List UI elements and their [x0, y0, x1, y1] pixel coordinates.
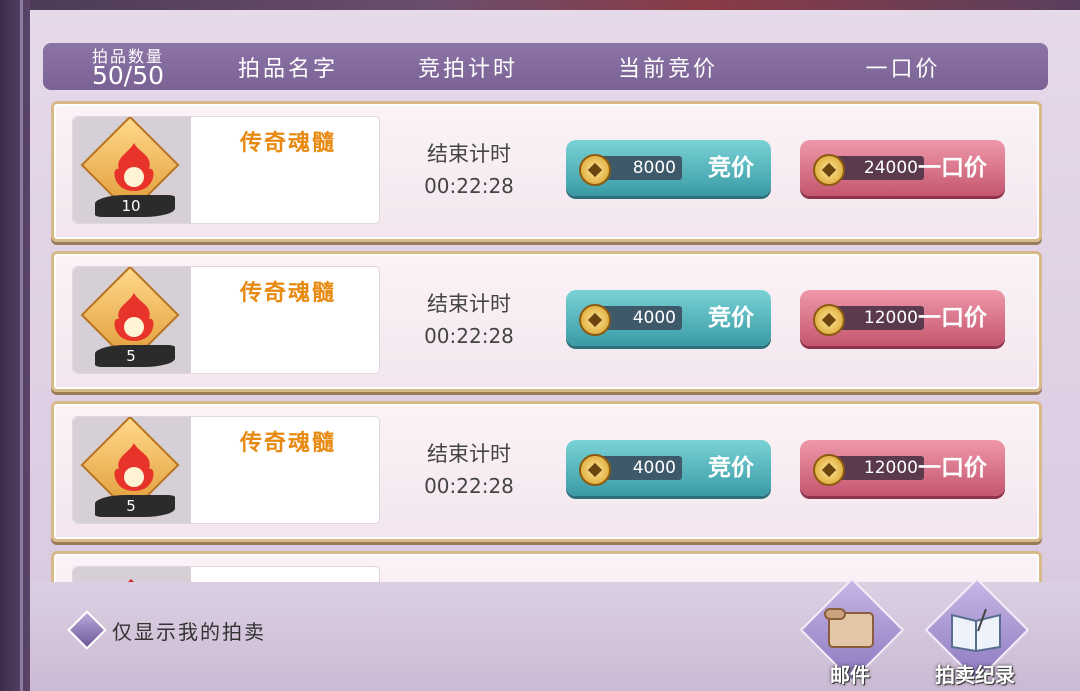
buyout-button[interactable]: 12000 一口价: [800, 290, 1005, 346]
item-count: 拍品数量 50/50: [43, 43, 213, 90]
end-timer-label: 结束计时: [427, 292, 511, 316]
buyout-price: 12000: [834, 456, 924, 480]
auction-records-button[interactable]: 拍卖纪录: [920, 577, 1030, 691]
buyout-button-label: 一口价: [918, 154, 987, 181]
header-current-bid: 当前竞价: [617, 56, 718, 82]
end-timer-label: 结束计时: [427, 442, 511, 466]
bid-button-label: 竞价: [708, 454, 754, 481]
header-bid-timer: 竞拍计时: [417, 56, 518, 82]
auction-row: 5 传奇魂髓 结束计时 00:22:28 4000 竞价 12000 一口价: [51, 251, 1042, 392]
end-timer-value: 00:22:28: [424, 324, 514, 348]
item-thumbnail: [73, 567, 191, 582]
buyout-button-label: 一口价: [918, 304, 987, 331]
bid-button-label: 竞价: [708, 304, 754, 331]
item-name: 传奇魂髓: [239, 130, 336, 156]
coin-icon: [813, 154, 845, 186]
item-quantity: 10: [121, 197, 141, 215]
bid-button[interactable]: 4000 竞价: [566, 440, 771, 496]
auction-row: 10 传奇魂髓 结束计时 00:22:28 8000 竞价 24000 一口价: [51, 101, 1042, 242]
item-thumbnail: 5: [73, 417, 191, 523]
item-name: 传奇魂髓: [239, 430, 336, 456]
soul-flame-icon: [114, 443, 154, 491]
item-quantity: 5: [126, 347, 136, 365]
buyout-price: 12000: [834, 306, 924, 330]
item-quantity: 5: [126, 497, 136, 515]
header-item-name: 拍品名字: [237, 56, 338, 82]
item-thumbnail: 10: [73, 117, 191, 223]
coin-icon: [579, 154, 611, 186]
item-card[interactable]: 5 传奇魂髓: [72, 266, 380, 374]
buyout-price: 24000: [834, 156, 924, 180]
coin-icon: [579, 304, 611, 336]
soul-flame-icon: [114, 293, 154, 341]
mail-label: 邮件: [830, 663, 870, 687]
coin-icon: [579, 454, 611, 486]
end-timer-label: 结束计时: [427, 142, 511, 166]
bid-price: 8000: [600, 156, 682, 180]
mail-button[interactable]: 邮件: [795, 577, 905, 691]
auction-row-partial: [51, 551, 1042, 582]
header-buyout: 一口价: [865, 56, 941, 82]
mail-scroll-icon: [824, 608, 874, 648]
item-card[interactable]: 10 传奇魂髓: [72, 116, 380, 224]
buyout-button-label: 一口价: [918, 454, 987, 481]
bid-button[interactable]: 8000 竞价: [566, 140, 771, 196]
item-card[interactable]: [72, 566, 380, 582]
auction-list[interactable]: 10 传奇魂髓 结束计时 00:22:28 8000 竞价 24000 一口价: [43, 95, 1048, 582]
records-label: 拍卖纪录: [935, 663, 1015, 687]
item-name: 传奇魂髓: [239, 280, 336, 306]
coin-icon: [813, 454, 845, 486]
bid-price: 4000: [600, 456, 682, 480]
left-rail: [0, 0, 30, 691]
bid-button[interactable]: 4000 竞价: [566, 290, 771, 346]
coin-icon: [813, 304, 845, 336]
buyout-button[interactable]: 12000 一口价: [800, 440, 1005, 496]
records-book-icon: [951, 608, 1001, 653]
item-count-value: 50/50: [91, 61, 165, 90]
auction-row: 5 传奇魂髓 结束计时 00:22:28 4000 竞价 12000 一口价: [51, 401, 1042, 542]
item-thumbnail: 5: [73, 267, 191, 373]
bid-price: 4000: [600, 306, 682, 330]
item-card[interactable]: 5 传奇魂髓: [72, 416, 380, 524]
bid-button-label: 竞价: [708, 154, 754, 181]
end-timer-value: 00:22:28: [424, 174, 514, 198]
soul-flame-icon: [114, 143, 154, 191]
my-auctions-label: 仅显示我的拍卖: [112, 620, 266, 644]
buyout-button[interactable]: 24000 一口价: [800, 140, 1005, 196]
end-timer-value: 00:22:28: [424, 474, 514, 498]
